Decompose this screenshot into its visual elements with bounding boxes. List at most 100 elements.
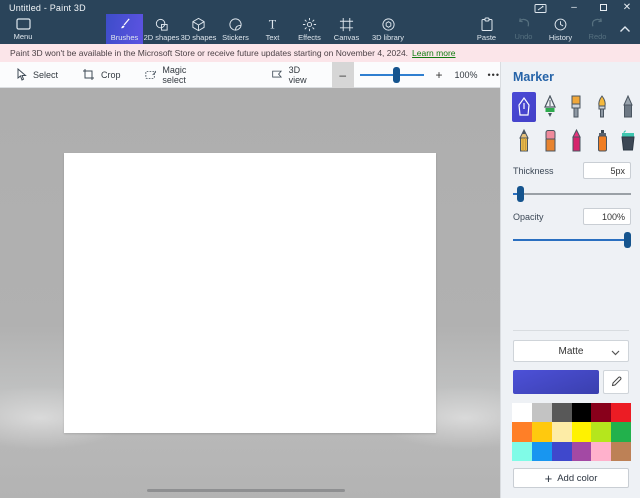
- opacity-slider-thumb[interactable]: [624, 232, 631, 248]
- palette-swatch[interactable]: [532, 403, 552, 422]
- select-label: Select: [33, 70, 58, 80]
- action-label: Redo: [589, 32, 607, 41]
- spray-can-icon: [596, 129, 609, 153]
- brush-pixel-pen[interactable]: [616, 92, 640, 122]
- palette-swatch[interactable]: [512, 442, 532, 461]
- fill-bucket-icon: [620, 129, 636, 153]
- tab-3d-shapes[interactable]: 3D shapes: [180, 14, 217, 44]
- 3d-view-label: 3D view: [289, 65, 316, 85]
- finish-dropdown[interactable]: Matte: [513, 340, 629, 362]
- magic-select-label: Magic select: [162, 65, 204, 85]
- undo-icon: [516, 17, 531, 31]
- palette-swatch[interactable]: [611, 422, 631, 441]
- brush-crayon[interactable]: [564, 126, 588, 156]
- brush-calligraphy-pen[interactable]: [538, 92, 562, 122]
- finish-selected-value: Matte: [558, 346, 583, 357]
- thickness-slider[interactable]: [513, 186, 631, 202]
- eyedropper-icon: [610, 376, 622, 388]
- brush-row-2: [512, 126, 640, 156]
- text-icon: T: [265, 17, 280, 32]
- tab-text[interactable]: T Text: [254, 14, 291, 44]
- workspace[interactable]: [0, 88, 500, 498]
- brush-watercolour[interactable]: [590, 92, 614, 122]
- palette-swatch[interactable]: [611, 442, 631, 461]
- maximize-button[interactable]: [590, 0, 616, 15]
- zoom-slider-thumb[interactable]: [393, 67, 400, 83]
- palette-swatch[interactable]: [611, 403, 631, 422]
- crayon-icon: [570, 129, 583, 153]
- zoom-out-button[interactable]: –: [332, 62, 354, 88]
- crop-label: Crop: [101, 70, 121, 80]
- 3d-library-icon: [381, 17, 396, 32]
- tab-brushes[interactable]: Brushes: [106, 14, 143, 44]
- brush-eraser[interactable]: [538, 126, 562, 156]
- title-bar: Untitled - Paint 3D – ✕ Menu Brushes 2D …: [0, 0, 640, 44]
- sticker-icon: [228, 17, 243, 32]
- magic-select-button[interactable]: Magic select: [141, 62, 209, 88]
- chevron-up-icon: [619, 25, 631, 33]
- learn-more-link[interactable]: Learn more: [412, 48, 455, 58]
- brush-pencil[interactable]: [512, 126, 536, 156]
- add-color-label: Add color: [557, 473, 597, 484]
- palette-swatch[interactable]: [532, 422, 552, 441]
- collapse-ribbon-button[interactable]: [614, 20, 636, 38]
- tab-label: Text: [266, 33, 280, 42]
- eyedropper-button[interactable]: [603, 370, 629, 394]
- brush-oil-brush[interactable]: [564, 92, 588, 122]
- redo-button[interactable]: Redo: [579, 14, 616, 44]
- palette-swatch[interactable]: [572, 403, 592, 422]
- canvas-icon: [339, 17, 354, 32]
- palette-swatch[interactable]: [532, 442, 552, 461]
- tab-2d-shapes[interactable]: 2D shapes: [143, 14, 180, 44]
- palette-swatch[interactable]: [512, 403, 532, 422]
- window-title: Untitled - Paint 3D: [9, 3, 86, 13]
- minimize-button[interactable]: –: [561, 0, 587, 15]
- palette-swatch[interactable]: [591, 442, 611, 461]
- palette-swatch[interactable]: [591, 422, 611, 441]
- palette-swatch[interactable]: [552, 403, 572, 422]
- palette-swatch[interactable]: [512, 422, 532, 441]
- brush-marker[interactable]: [512, 92, 536, 122]
- chevron-down-icon: [611, 348, 620, 359]
- crop-icon: [82, 68, 95, 81]
- tab-stickers[interactable]: Stickers: [217, 14, 254, 44]
- banner-message: Paint 3D won't be available in the Micro…: [10, 48, 408, 58]
- close-button[interactable]: ✕: [614, 0, 640, 15]
- 3d-view-button[interactable]: 3D view: [267, 62, 320, 88]
- palette-swatch[interactable]: [572, 422, 592, 441]
- menu-button[interactable]: Menu: [0, 14, 46, 44]
- brush-icon: [117, 17, 132, 32]
- palette-swatch[interactable]: [591, 403, 611, 422]
- 3d-shapes-icon: [191, 17, 206, 32]
- zoom-in-button[interactable]: +: [430, 62, 449, 88]
- brush-spray-can[interactable]: [590, 126, 614, 156]
- thickness-input[interactable]: 5px: [583, 162, 631, 179]
- opacity-input[interactable]: 100%: [583, 208, 631, 225]
- current-color-swatch[interactable]: [513, 370, 599, 394]
- palette-swatch[interactable]: [552, 422, 572, 441]
- zoom-slider[interactable]: [360, 62, 424, 88]
- undo-button[interactable]: Undo: [505, 14, 542, 44]
- opacity-slider[interactable]: [513, 232, 631, 248]
- more-options-button[interactable]: •••: [488, 70, 500, 80]
- paste-button[interactable]: Paste: [468, 14, 505, 44]
- drawing-canvas[interactable]: [64, 153, 436, 433]
- brush-panel: Marker: [500, 62, 640, 498]
- thickness-slider-thumb[interactable]: [517, 186, 524, 202]
- select-button[interactable]: Select: [12, 62, 62, 88]
- palette-swatch[interactable]: [572, 442, 592, 461]
- tab-effects[interactable]: Effects: [291, 14, 328, 44]
- tab-3d-library[interactable]: 3D library: [365, 14, 411, 44]
- tab-canvas[interactable]: Canvas: [328, 14, 365, 44]
- pixel-pen-icon: [622, 95, 634, 119]
- maximize-icon: [600, 4, 607, 11]
- history-button[interactable]: History: [542, 14, 579, 44]
- brush-fill[interactable]: [616, 126, 640, 156]
- add-color-button[interactable]: + Add color: [513, 468, 629, 488]
- thickness-slider-track: [513, 193, 631, 195]
- magic-select-icon: [145, 69, 157, 81]
- horizontal-scrollbar[interactable]: [147, 489, 345, 492]
- crop-button[interactable]: Crop: [78, 62, 125, 88]
- palette-swatch[interactable]: [552, 442, 572, 461]
- oil-brush-icon: [569, 95, 583, 119]
